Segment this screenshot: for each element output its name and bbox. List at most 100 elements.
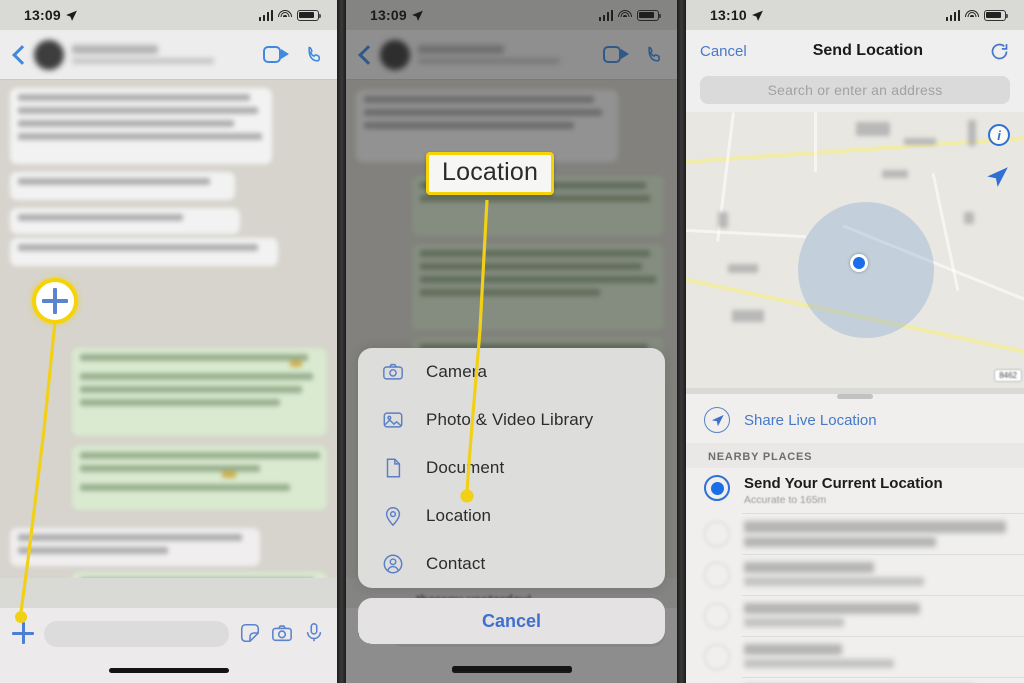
share-live-location-label: Share Live Location <box>744 411 877 429</box>
place-title: Send Your Current Location <box>744 475 943 492</box>
message-bubble-outgoing[interactable] <box>72 572 327 578</box>
avatar[interactable] <box>34 39 64 70</box>
sticker-icon[interactable] <box>239 622 261 644</box>
contact-icon <box>383 554 403 574</box>
navigation-arrow-icon[interactable] <box>984 164 1010 190</box>
refresh-icon[interactable] <box>989 41 1010 62</box>
message-bubble-outgoing[interactable] <box>72 446 327 510</box>
nearby-place-text <box>744 603 1024 627</box>
chat-header <box>0 30 337 80</box>
home-indicator <box>108 668 229 673</box>
search-placeholder: Search or enter an address <box>767 82 943 98</box>
attach-plus-icon[interactable] <box>12 622 34 644</box>
nearby-place-row[interactable] <box>686 637 1024 677</box>
signal-bars-icon <box>258 9 273 21</box>
message-bubble-incoming[interactable] <box>10 88 272 164</box>
annotation-plus-marker[interactable] <box>32 278 78 324</box>
battery-icon <box>297 9 322 21</box>
wifi-icon <box>965 9 979 21</box>
panel-divider <box>337 0 346 683</box>
back-chevron-icon[interactable] <box>8 44 30 66</box>
sheet-item-location[interactable]: Location <box>358 492 665 540</box>
microphone-icon[interactable] <box>303 622 325 644</box>
location-pin-icon <box>704 603 730 629</box>
message-bubble-outgoing[interactable] <box>72 348 327 436</box>
chat-message-list[interactable] <box>0 80 337 578</box>
home-indicator <box>451 666 572 671</box>
status-right <box>945 9 1009 21</box>
live-location-icon <box>704 407 730 433</box>
sheet-item-label: Photo & Video Library <box>426 410 594 429</box>
location-pin-icon <box>704 562 730 588</box>
panel-chat: 13:09 <box>0 0 337 683</box>
camera-icon <box>383 363 403 380</box>
attachment-action-sheet: Camera Photo & Video Library Document Lo… <box>358 348 665 588</box>
message-bubble-incoming[interactable] <box>10 238 278 266</box>
search-bar-container: Search or enter an address <box>686 72 1024 112</box>
location-options-sheet: Share Live Location NEARBY PLACES Send Y… <box>686 394 1024 683</box>
status-left: 13:10 <box>710 7 764 23</box>
radio-selected-icon[interactable] <box>704 475 730 501</box>
photo-library-icon <box>383 412 403 428</box>
sheet-item-camera[interactable]: Camera <box>358 348 665 396</box>
chat-input-toolbar <box>0 608 337 683</box>
panel-divider <box>677 0 686 683</box>
annotation-callout-location: Location <box>426 152 555 195</box>
current-location-text: Send Your Current Location Accurate to 1… <box>744 475 943 506</box>
cancel-button[interactable]: Cancel <box>358 598 665 644</box>
nearby-place-row[interactable] <box>686 596 1024 636</box>
status-bar: 13:09 <box>0 0 337 30</box>
section-header-nearby-places: NEARBY PLACES <box>686 443 1024 468</box>
header-actions <box>263 45 325 65</box>
screenshot-stage: 13:09 13:09 Camera Photo & Video Library… <box>0 0 1024 683</box>
panel-send-location: 13:10 Cancel Send Location Search or ent… <box>686 0 1024 683</box>
video-call-icon[interactable] <box>263 46 289 63</box>
panel-attachment-sheet: 13:09 Camera Photo & Video Library Docum… <box>346 0 677 683</box>
status-right <box>258 9 322 21</box>
map-view[interactable]: i 8462 <box>686 112 1024 388</box>
location-arrow-icon <box>751 10 763 21</box>
contact-name-blurred <box>72 45 263 64</box>
location-pin-icon <box>704 644 730 670</box>
location-pin-icon <box>704 521 730 547</box>
nearby-place-text <box>744 644 1024 668</box>
location-accuracy-circle <box>798 202 934 338</box>
share-live-location-row[interactable]: Share Live Location <box>686 399 1024 443</box>
sheet-item-photo-video-library[interactable]: Photo & Video Library <box>358 396 665 444</box>
signal-bars-icon <box>945 9 960 21</box>
sheet-item-contact[interactable]: Contact <box>358 540 665 588</box>
page-title: Send Location <box>812 42 923 59</box>
cancel-button[interactable]: Cancel <box>700 43 747 60</box>
camera-icon[interactable] <box>271 622 293 644</box>
message-bubble-incoming[interactable] <box>10 528 260 566</box>
status-time: 13:10 <box>710 7 747 23</box>
current-location-dot <box>850 254 868 272</box>
search-input[interactable]: Search or enter an address <box>700 76 1010 104</box>
message-bubble-incoming[interactable] <box>10 208 240 234</box>
nearby-place-row[interactable] <box>686 555 1024 595</box>
message-input[interactable] <box>44 621 229 647</box>
sheet-item-document[interactable]: Document <box>358 444 665 492</box>
navigation-bar: Cancel Send Location <box>686 30 1024 72</box>
place-accuracy: Accurate to 165m <box>744 494 827 506</box>
nearby-place-text <box>744 562 1024 586</box>
wifi-icon <box>278 9 292 21</box>
sheet-item-label: Document <box>426 458 505 477</box>
send-current-location-row[interactable]: Send Your Current Location Accurate to 1… <box>686 468 1024 513</box>
location-pin-icon <box>385 507 401 527</box>
document-icon <box>386 458 401 478</box>
nearby-place-row[interactable] <box>686 678 1024 683</box>
status-left: 13:09 <box>24 7 78 23</box>
nearby-place-row[interactable] <box>686 514 1024 554</box>
message-bubble-incoming[interactable] <box>10 172 235 200</box>
phone-call-icon[interactable] <box>305 45 325 65</box>
battery-icon <box>984 9 1009 21</box>
sheet-item-label: Camera <box>426 362 488 381</box>
map-info-button[interactable]: i <box>988 124 1010 146</box>
location-arrow-icon <box>65 10 77 21</box>
map-road-badge: 8462 <box>994 369 1022 382</box>
status-bar: 13:10 <box>686 0 1024 30</box>
status-time: 13:09 <box>24 7 61 23</box>
sheet-item-label: Contact <box>426 554 486 573</box>
sheet-item-label: Location <box>426 506 492 525</box>
